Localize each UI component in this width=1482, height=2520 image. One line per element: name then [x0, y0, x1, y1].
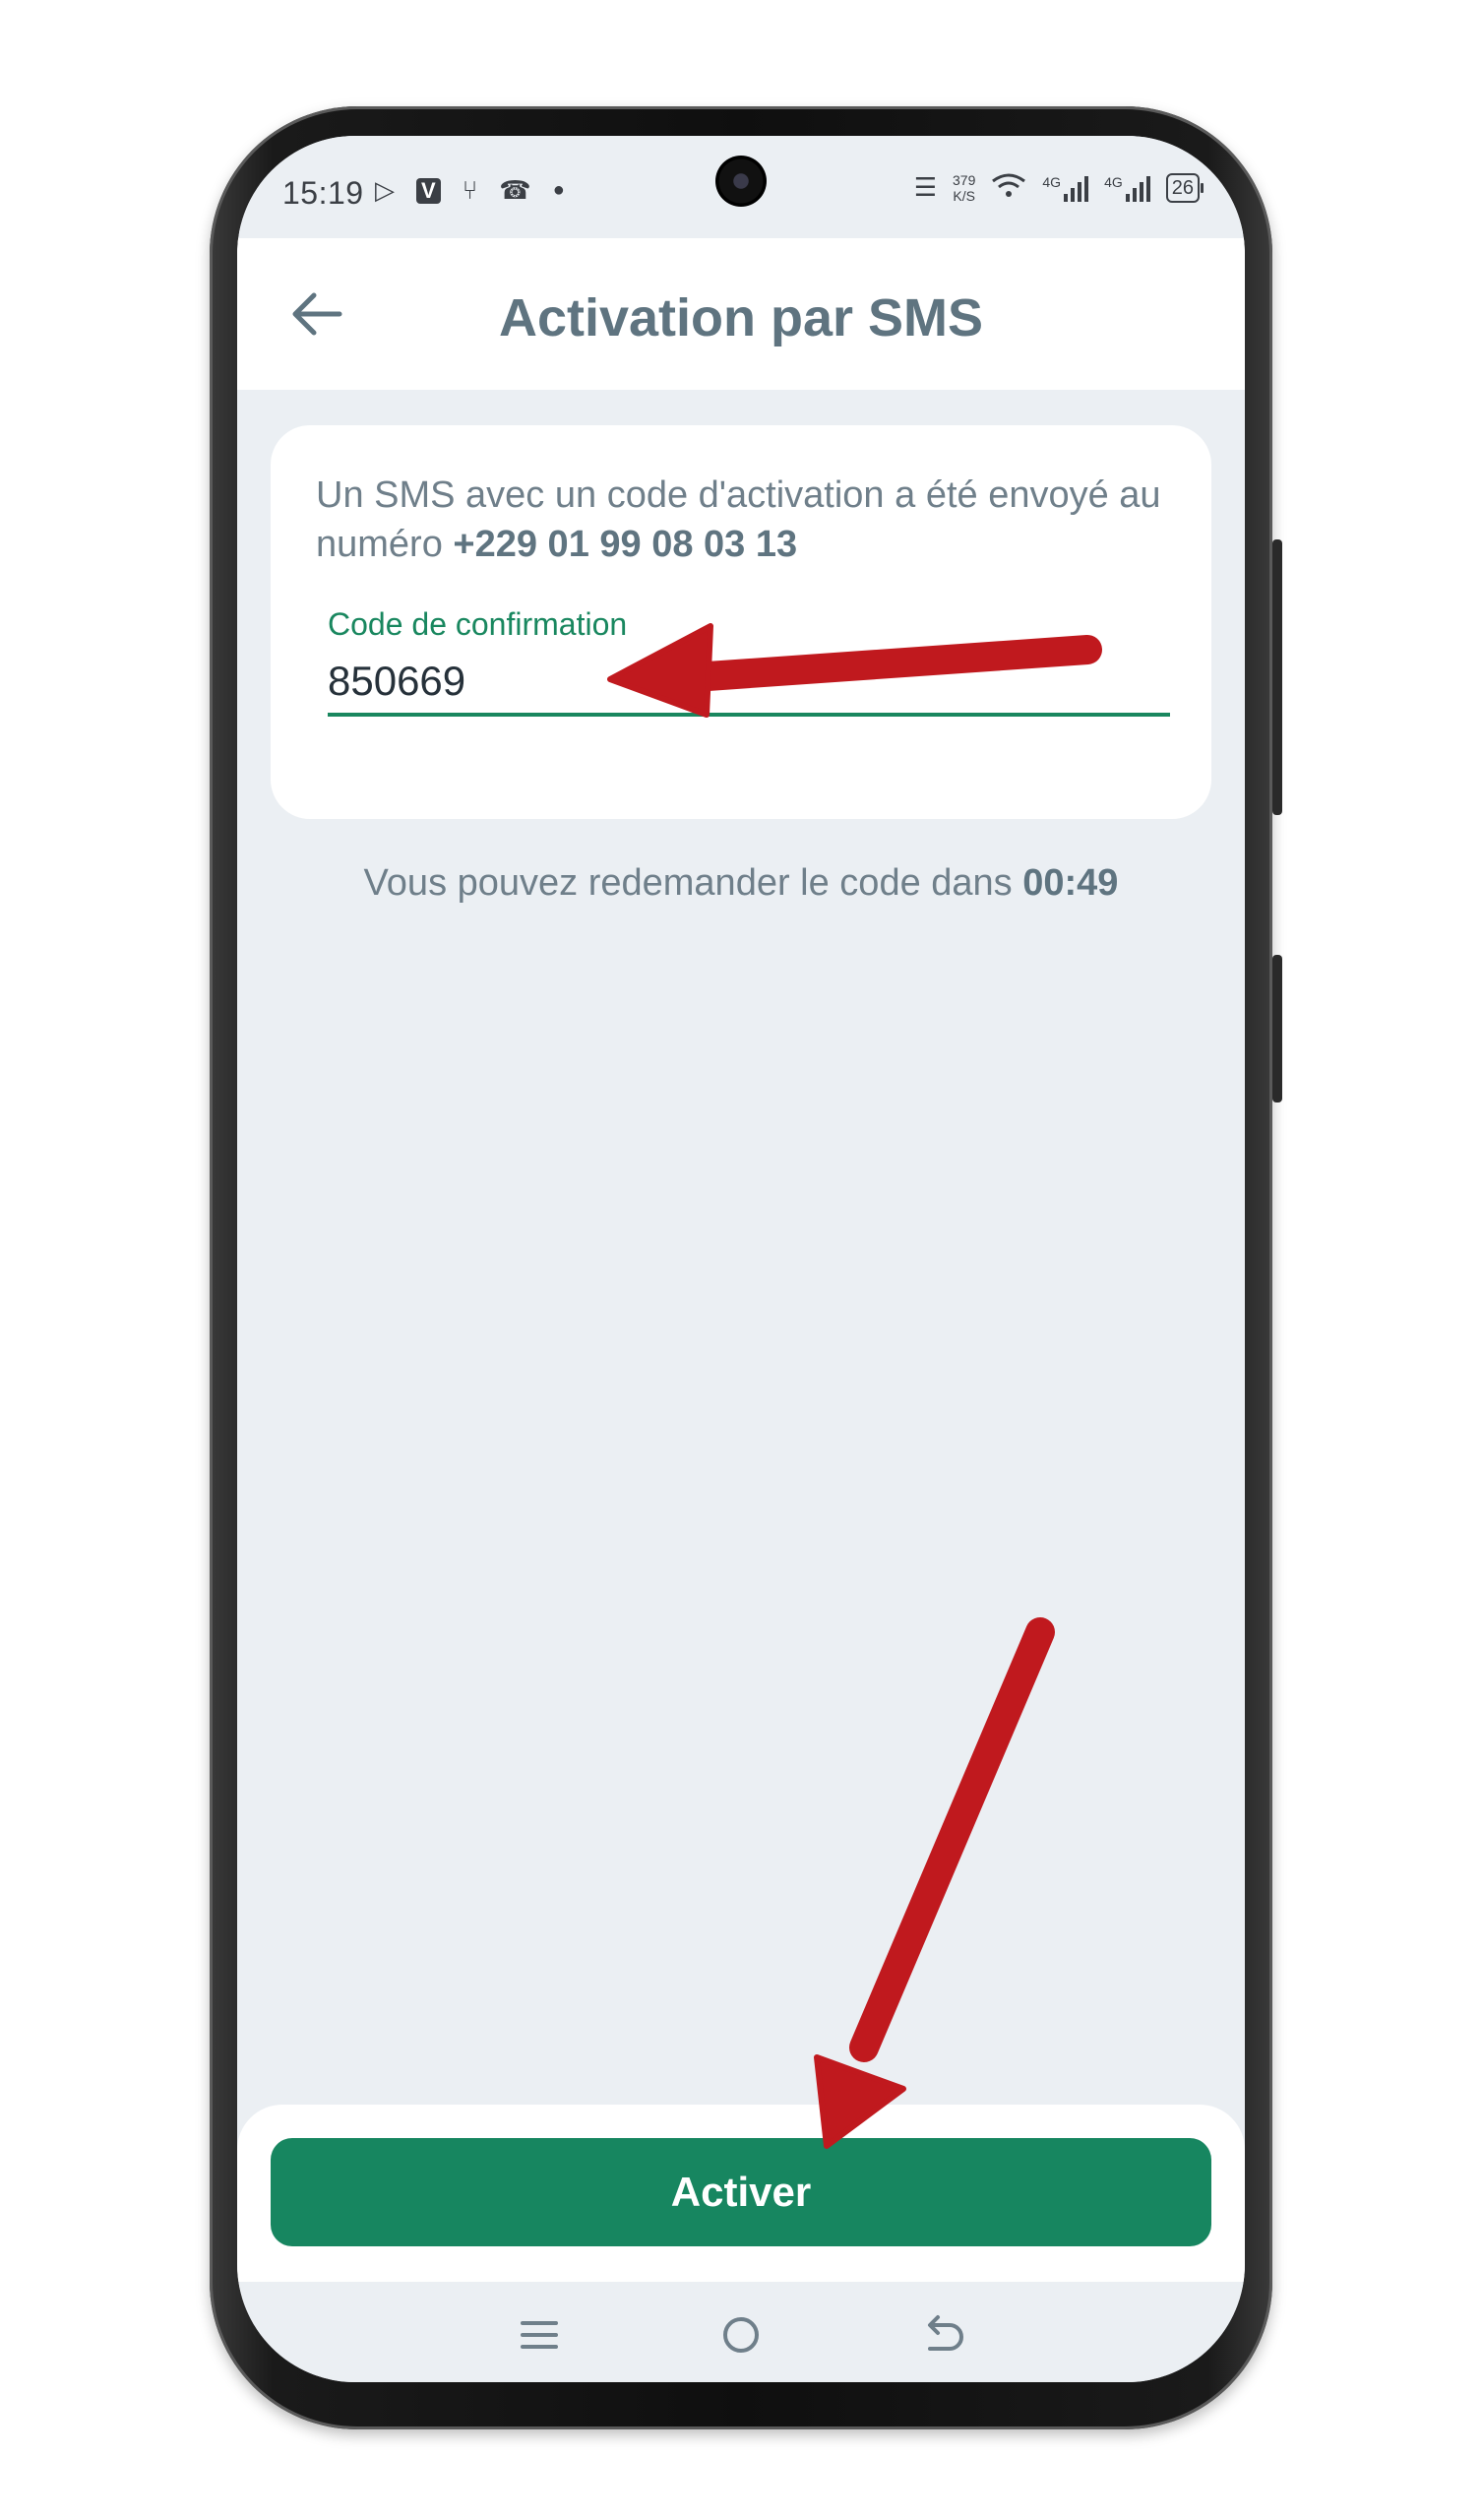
bottom-panel: Activer	[237, 2105, 1245, 2282]
more-dot-icon: ●	[552, 179, 565, 201]
vibrate-icon: ☰	[913, 172, 938, 202]
page-title: Activation par SMS	[498, 288, 984, 347]
signal-2-label: 4G	[1104, 173, 1123, 190]
home-icon[interactable]	[707, 2305, 775, 2364]
signal-icon-2: 4G	[1104, 174, 1150, 202]
sms-message: Un SMS avec un code d'activation a été e…	[316, 471, 1162, 569]
phone-screen: 15:19 ▷ V ⑂ ☎ ● ☰ 379 K/S 4G 4G 26 Activ…	[237, 136, 1245, 2382]
status-bar: 15:19 ▷ V ⑂ ☎ ● ☰ 379 K/S 4G 4G 26	[237, 136, 1245, 238]
y-app-icon: ⑂	[462, 175, 478, 205]
system-icons: ☰ 379 K/S 4G 4G 26	[913, 171, 1204, 204]
system-nav-bar	[237, 2282, 1245, 2382]
missed-call-icon: ☎	[499, 175, 531, 205]
notification-icons: ▷ V ⑂ ☎ ●	[375, 175, 565, 206]
network-speed: 379 K/S	[953, 172, 975, 204]
resend-text: Vous pouvez redemander le code dans	[363, 862, 1023, 904]
front-camera	[715, 156, 767, 207]
signal-1-label: 4G	[1042, 173, 1062, 190]
resend-countdown: 00:49	[1022, 862, 1119, 904]
resend-timer: Vous pouvez redemander le code dans 00:4…	[237, 862, 1245, 905]
network-speed-unit: K/S	[953, 187, 975, 204]
volume-button	[1272, 539, 1282, 815]
bluetooth-play-icon: ▷	[375, 175, 395, 205]
vpn-v-icon: V	[416, 177, 441, 204]
phone-number: +229 01 99 08 03 13	[453, 524, 798, 565]
status-time: 15:19	[282, 175, 364, 211]
wifi-icon	[991, 171, 1026, 204]
app-bar: Activation par SMS	[237, 238, 1245, 390]
sms-code-card: Un SMS avec un code d'activation a été e…	[271, 425, 1211, 819]
confirmation-code-input[interactable]	[328, 650, 1170, 717]
network-speed-value: 379	[953, 171, 976, 188]
power-button	[1272, 955, 1282, 1102]
recent-apps-icon[interactable]	[505, 2305, 574, 2364]
signal-icon-1: 4G	[1042, 173, 1089, 202]
battery-icon: 26	[1165, 172, 1204, 203]
confirmation-code-label: Code de confirmation	[328, 606, 628, 642]
activate-button[interactable]: Activer	[271, 2138, 1211, 2246]
back-nav-icon[interactable]	[908, 2305, 977, 2364]
